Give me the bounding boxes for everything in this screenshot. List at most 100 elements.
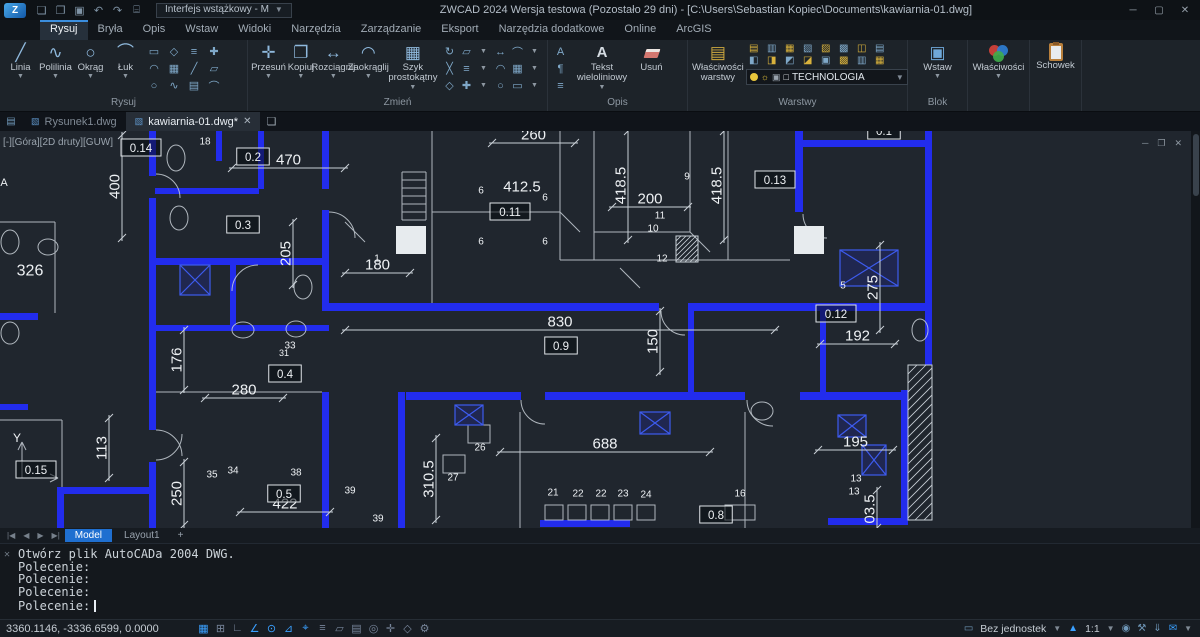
close-button[interactable]: ✕ (1172, 5, 1198, 16)
annotation-tool-2[interactable]: ≡ (557, 80, 563, 92)
workspace-selector[interactable]: Interfejs wstążkowy - M ▼ (156, 3, 292, 18)
modify-tool-0[interactable]: ↻ (445, 45, 454, 58)
layer-tool-10[interactable]: ◩ (782, 55, 798, 66)
tools-icon[interactable]: ⚒ (1137, 623, 1146, 634)
layer-tool-15[interactable]: ▦ (872, 55, 888, 66)
ribbon-tab-online[interactable]: Online (614, 20, 666, 40)
draw-tool-6[interactable]: ╱ (191, 62, 198, 75)
new-drawing-tab-icon[interactable]: ❏ (260, 112, 282, 131)
close-command-icon[interactable]: ✕ (4, 549, 10, 560)
chevron-down-icon[interactable]: ▼ (1053, 624, 1061, 633)
doc-minimize-icon[interactable]: ─ (1142, 138, 1148, 149)
rectangular-array-button[interactable]: ▦ Szyk prostokątny ▼ (387, 43, 439, 92)
drawing-canvas[interactable]: 470260200180830192280422688195400418.541… (0, 131, 1200, 528)
stretch-button[interactable]: ↔ Rozciągnij ▼ (317, 43, 350, 81)
draw-tool-5[interactable]: ▦ (169, 62, 179, 75)
ribbon-tab-opis[interactable]: Opis (133, 20, 176, 40)
ribbon-tab-zarządzanie[interactable]: Zarządzanie (351, 20, 432, 40)
scrollbar-thumb[interactable] (1193, 134, 1199, 196)
annotation-monitor-toggle-icon[interactable]: ✛ (383, 622, 398, 635)
last-layout-icon[interactable]: ▶| (49, 531, 63, 540)
otrack-toggle-icon[interactable]: ⊿ (281, 622, 296, 635)
tab-layout1[interactable]: Layout1 (114, 529, 170, 542)
chevron-down-icon[interactable]: ▼ (1107, 624, 1115, 633)
layer-tool-1[interactable]: ▥ (764, 43, 780, 54)
draw-tool-3[interactable]: ✚ (209, 45, 218, 58)
layer-properties-button[interactable]: ▤ Właściwości warstwy (692, 43, 744, 84)
layer-tool-6[interactable]: ◫ (854, 43, 870, 54)
osnap-toggle-icon[interactable]: ⊙ (264, 622, 279, 635)
minimize-button[interactable]: ─ (1120, 5, 1146, 16)
polyline-button[interactable]: ∿ Polilinia ▼ (39, 43, 72, 81)
ribbon-tab-rysuj[interactable]: Rysuj (40, 20, 88, 40)
draw-tool-0[interactable]: ▭ (149, 45, 159, 58)
layer-tool-11[interactable]: ◪ (800, 55, 816, 66)
ortho-toggle-icon[interactable]: ∟ (230, 622, 245, 635)
selection-cycling-toggle-icon[interactable]: ◎ (366, 622, 381, 635)
layer-tool-2[interactable]: ▦ (782, 43, 798, 54)
modify-tool-6[interactable]: ╳ (446, 62, 453, 75)
ribbon-tab-arcgis[interactable]: ArcGIS (666, 20, 721, 40)
tab-model[interactable]: Model (65, 529, 112, 542)
graphics-toggle-icon[interactable]: ◇ (400, 622, 415, 635)
fillet-button[interactable]: ◠ Zaokrąglij ▼ (352, 43, 385, 81)
redo-icon[interactable]: ↷ (108, 4, 127, 17)
quick-properties-toggle-icon[interactable]: ▤ (349, 622, 364, 635)
circle-button[interactable]: ○ Okrąg ▼ (74, 43, 107, 81)
modify-tool-4[interactable]: ⌒ (512, 44, 523, 60)
draw-tool-7[interactable]: ▱ (210, 62, 218, 75)
print-icon[interactable]: ⌸ (127, 4, 146, 17)
doc-tab-rysunek1[interactable]: ▧ Rysunek1.dwg (22, 112, 126, 131)
ribbon-tab-bryła[interactable]: Bryła (88, 20, 133, 40)
chat-icon[interactable]: ✉ (1169, 623, 1177, 634)
user-icon[interactable]: ◉ (1122, 623, 1131, 634)
modify-tool-1[interactable]: ▱ (462, 45, 470, 58)
ribbon-tab-narzędzia-dodatkowe[interactable]: Narzędzia dodatkowe (489, 20, 615, 40)
modify-tool-12[interactable]: ◇ (445, 79, 453, 92)
doc-restore-icon[interactable]: ❐ (1157, 138, 1165, 149)
command-line-panel[interactable]: ✕ Otwórz plik AutoCADa 2004 DWG.Poleceni… (0, 543, 1200, 619)
draw-tool-9[interactable]: ∿ (169, 79, 178, 92)
layer-tool-3[interactable]: ▧ (800, 43, 816, 54)
ribbon-tab-eksport[interactable]: Eksport (431, 20, 488, 40)
layer-combo[interactable]: ☼ ▣ □ TECHNOLOGIA ▼ (746, 69, 908, 85)
doc-tab-kawiarnia[interactable]: ▧ kawiarnia-01.dwg* ✕ (126, 112, 261, 131)
modify-tool-5[interactable]: ▼ (531, 48, 538, 55)
open-icon[interactable]: ❐ (51, 4, 70, 17)
save-icon[interactable]: ▣ (70, 4, 89, 17)
arc-button[interactable]: ⌒ Łuk ▼ (109, 43, 142, 81)
modify-tool-8[interactable]: ▼ (480, 65, 487, 72)
draw-tool-2[interactable]: ≡ (191, 46, 197, 58)
modify-tool-10[interactable]: ▦ (512, 62, 522, 75)
polar-toggle-icon[interactable]: ∠ (247, 622, 262, 635)
annotation-tool-0[interactable]: A (557, 46, 564, 58)
line-button[interactable]: ╱ Linia ▼ (4, 43, 37, 81)
draw-tool-10[interactable]: ▤ (189, 79, 199, 92)
lineweight-toggle-icon[interactable]: ≡ (315, 622, 330, 635)
next-layout-icon[interactable]: ▶ (34, 531, 46, 540)
ribbon-tab-narzędzia[interactable]: Narzędzia (281, 20, 351, 40)
modify-tool-17[interactable]: ▼ (531, 82, 538, 89)
layer-tool-12[interactable]: ▣ (818, 55, 834, 66)
viewport-controls-label[interactable]: [-][Góra][2D druty][GUW] (3, 137, 113, 148)
draw-tool-11[interactable]: ⌒ (209, 78, 220, 94)
modify-tool-7[interactable]: ≡ (463, 63, 469, 75)
modify-tool-9[interactable]: ◠ (496, 62, 506, 75)
vertical-scrollbar[interactable] (1191, 131, 1200, 528)
ribbon-tab-widoki[interactable]: Widoki (228, 20, 281, 40)
new-icon[interactable]: ❏ (32, 4, 51, 17)
doc-close-icon[interactable]: ✕ (1174, 138, 1182, 149)
prev-layout-icon[interactable]: ◀ (20, 531, 32, 540)
layer-tool-7[interactable]: ▤ (872, 43, 888, 54)
layer-tool-13[interactable]: ▩ (836, 55, 852, 66)
draw-tool-8[interactable]: ○ (151, 80, 158, 92)
undo-icon[interactable]: ↶ (89, 4, 108, 17)
modify-tool-13[interactable]: ✚ (462, 79, 471, 92)
command-prompt[interactable]: Polecenie: (18, 599, 96, 613)
maximize-button[interactable]: ▢ (1146, 5, 1172, 16)
modify-tool-2[interactable]: ▼ (480, 48, 487, 55)
layer-tool-8[interactable]: ◧ (746, 55, 762, 66)
layer-tool-9[interactable]: ◨ (764, 55, 780, 66)
grid-toggle-icon[interactable]: ▦ (196, 622, 211, 635)
mtext-button[interactable]: A Tekst wieloliniowy ▼ (571, 43, 633, 92)
